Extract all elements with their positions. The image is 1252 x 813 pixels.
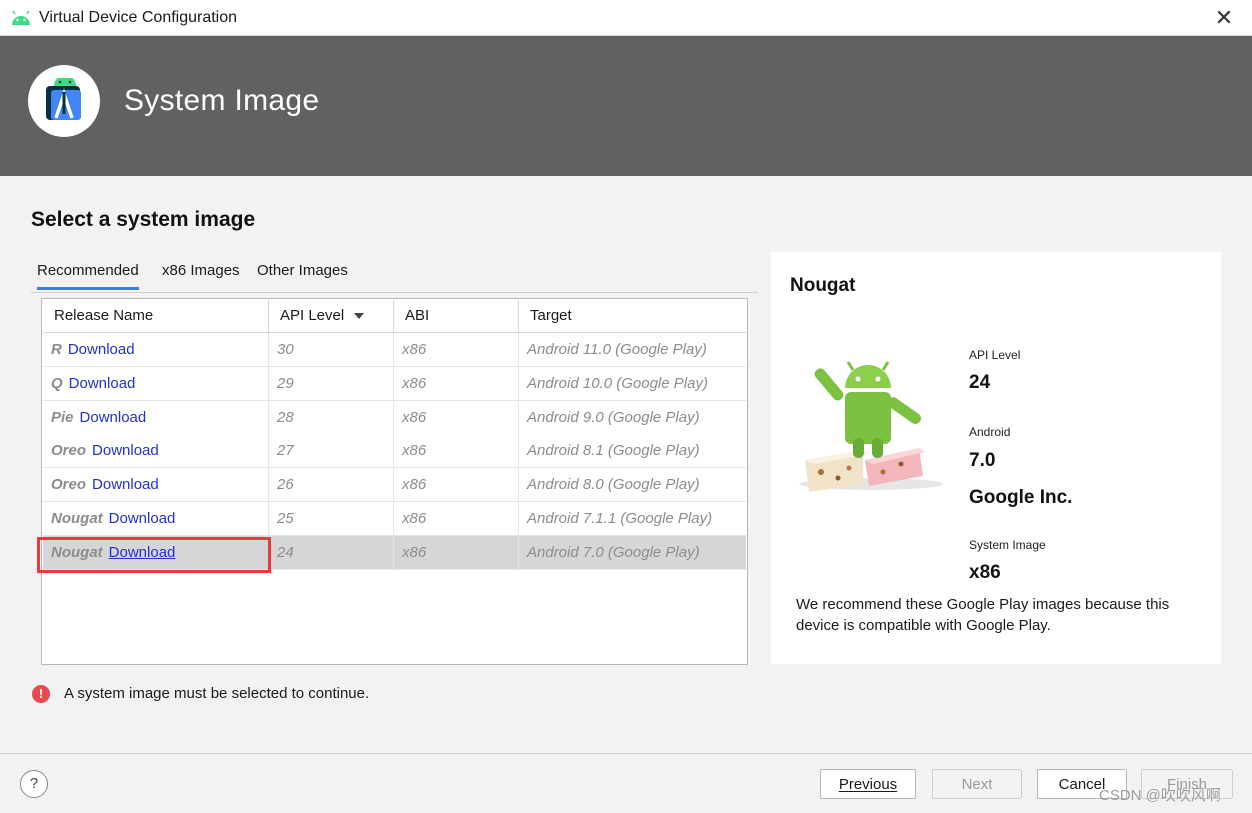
system-image-label: System Image [969, 538, 1046, 552]
target-cell: Android 8.0 (Google Play) [527, 476, 700, 493]
image-tabs: Recommended x86 Images Other Images [31, 256, 758, 293]
page-heading: Select a system image [31, 208, 256, 231]
abi-cell: x86 [394, 468, 519, 501]
api-level-cell: 24 [269, 536, 394, 569]
column-target[interactable]: Target [519, 300, 746, 332]
api-level-cell: 29 [269, 367, 394, 400]
table-row[interactable]: Oreo Download 27 x86 Android 8.1 (Google … [43, 434, 746, 468]
previous-button[interactable]: Previous [820, 769, 916, 799]
release-name: Oreo [51, 442, 87, 459]
api-level-cell: 26 [269, 468, 394, 501]
column-abi[interactable]: ABI [394, 300, 519, 332]
highlight-annotation [37, 537, 271, 573]
table-row[interactable]: Nougat Download 25 x86 Android 7.1.1 (Goo… [43, 502, 746, 536]
next-button[interactable]: Next [932, 769, 1022, 799]
release-name: Nougat [51, 510, 103, 527]
target-cell: Android 11.0 (Google Play) [527, 341, 707, 358]
close-icon[interactable]: ✕ [1212, 6, 1236, 30]
android-label: Android [969, 425, 1011, 439]
release-name: Q [51, 375, 63, 392]
column-api-level[interactable]: API Level [269, 300, 394, 332]
tab-other-images[interactable]: Other Images [257, 262, 348, 279]
abi-cell: x86 [394, 401, 519, 434]
header-banner: System Image [0, 36, 1252, 176]
target-cell: Android 7.0 (Google Play) [527, 544, 700, 561]
download-link[interactable]: Download [69, 375, 136, 392]
details-title: Nougat [790, 275, 856, 296]
api-level-value: 24 [969, 372, 991, 393]
api-level-cell: 30 [269, 333, 394, 366]
abi-cell: x86 [394, 434, 519, 467]
release-name: R [51, 341, 62, 358]
table-row[interactable]: Oreo Download 26 x86 Android 8.0 (Google … [43, 468, 746, 502]
banner-title: System Image [124, 84, 320, 117]
tab-recommended[interactable]: Recommended [37, 262, 139, 290]
error-text: A system image must be selected to conti… [64, 685, 370, 702]
api-level-cell: 25 [269, 502, 394, 535]
watermark: CSDN @吹吹风啊 [1099, 787, 1221, 804]
column-release-name[interactable]: Release Name [43, 300, 269, 332]
release-name: Oreo [51, 476, 87, 493]
table-row[interactable]: Pie Download 28 x86 Android 9.0 (Google P… [43, 401, 746, 435]
system-image-value: x86 [969, 562, 1001, 583]
android-icon [12, 10, 30, 25]
help-button[interactable]: ? [20, 770, 48, 798]
table-row[interactable]: Q Download 29 x86 Android 10.0 (Google Pl… [43, 367, 746, 401]
image-details-panel: Nougat API Level 24 Android 7.0 Google I… [771, 252, 1221, 664]
target-cell: Android 10.0 (Google Play) [527, 375, 708, 392]
window-title: Virtual Device Configuration [39, 9, 238, 26]
android-studio-icon [46, 78, 81, 120]
target-cell: Android 9.0 (Google Play) [527, 409, 700, 426]
title-bar: Virtual Device Configuration ✕ [0, 0, 1252, 36]
android-version-value: 7.0 [969, 450, 996, 471]
api-level-label: API Level [969, 348, 1021, 362]
android-studio-logo [28, 65, 100, 137]
download-link[interactable]: Download [92, 442, 159, 459]
api-level-cell: 28 [269, 401, 394, 434]
table-header: Release Name API Level ABI Target [43, 300, 746, 333]
target-cell: Android 7.1.1 (Google Play) [527, 510, 713, 527]
target-cell: Android 8.1 (Google Play) [527, 442, 700, 459]
download-link[interactable]: Download [80, 409, 147, 426]
vendor-value: Google Inc. [969, 487, 1073, 508]
abi-cell: x86 [394, 536, 519, 569]
system-image-table[interactable]: Release Name API Level ABI Target R Downl… [41, 298, 748, 665]
release-name: Pie [51, 409, 74, 426]
nougat-android-illustration [799, 361, 943, 492]
download-link[interactable]: Download [68, 341, 135, 358]
download-link[interactable]: Download [92, 476, 159, 493]
tab-x86-images[interactable]: x86 Images [162, 262, 240, 279]
abi-cell: x86 [394, 333, 519, 366]
sort-descending-icon [354, 313, 365, 320]
download-link[interactable]: Download [109, 510, 176, 527]
table-row[interactable]: R Download 30 x86 Android 11.0 (Google Pl… [43, 333, 746, 367]
abi-cell: x86 [394, 502, 519, 535]
abi-cell: x86 [394, 367, 519, 400]
recommendation-text: We recommend these Google Play images be… [796, 596, 1170, 634]
api-level-cell: 27 [269, 434, 394, 467]
error-icon: ! [32, 685, 50, 703]
footer-divider [0, 753, 1252, 754]
